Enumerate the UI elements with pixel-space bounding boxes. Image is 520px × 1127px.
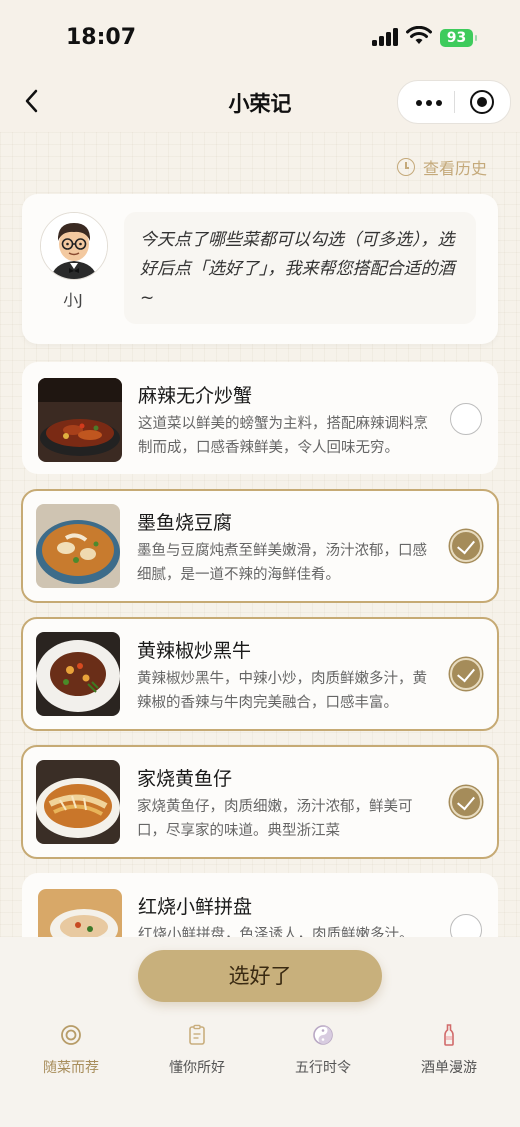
selected-check-icon[interactable]	[450, 786, 482, 818]
content-area[interactable]: 查看历史 小J 今天点了哪些菜都可以勾选（可多选），选好后点「选好了」，我来帮您…	[0, 132, 520, 937]
select-checkbox[interactable]	[450, 403, 482, 435]
nav-bar: 小荣记	[0, 76, 520, 132]
assistant-message: 今天点了哪些菜都可以勾选（可多选），选好后点「选好了」，我来帮您搭配合适的酒~	[140, 230, 455, 308]
target-circle-icon	[61, 1025, 81, 1045]
assistant-card: 小J 今天点了哪些菜都可以勾选（可多选），选好后点「选好了」，我来帮您搭配合适的…	[22, 194, 498, 344]
capsule-divider	[454, 91, 455, 113]
view-history-label: 查看历史	[422, 159, 487, 178]
tab-seasonal[interactable]: 五行时令	[258, 1023, 388, 1077]
battery-icon: 93	[440, 29, 477, 47]
signal-icon	[372, 28, 400, 46]
dish-description: 家烧黄鱼仔，肉质细嫩，汤汁浓郁，鲜美可口，尽享家的味道。典型浙江菜	[137, 799, 413, 839]
dish-description: 墨鱼与豆腐炖煮至鲜美嫩滑，汤汁浓郁，口感细腻，是一道不辣的海鲜佳肴。	[137, 543, 427, 583]
status-time: 18:07	[66, 25, 137, 50]
dish-thumbnail	[38, 378, 122, 462]
dish-thumbnail	[38, 889, 122, 937]
dish-description: 这道菜以鲜美的螃蟹为主料，搭配麻辣调料烹制而成，口感香辣鲜美，令人回味无穷。	[138, 416, 428, 456]
dish-thumbnail	[36, 760, 120, 844]
tab-label: 酒单漫游	[421, 1060, 477, 1076]
wifi-icon	[406, 26, 432, 44]
clipboard-icon	[189, 1024, 205, 1045]
dish-card[interactable]: 黄辣椒炒黑牛 黄辣椒炒黑牛，中辣小炒，肉质鲜嫩多汁，黄辣椒的香辣与牛肉完美融合，…	[21, 617, 499, 731]
assistant-message-bubble: 今天点了哪些菜都可以勾选（可多选），选好后点「选好了」，我来帮您搭配合适的酒~	[124, 212, 476, 324]
tab-label: 随菜而荐	[43, 1060, 99, 1076]
dish-card[interactable]: 红烧小鲜拼盘 红烧小鲜拼盘，色泽诱人，肉质鲜嫩多汁。	[22, 873, 498, 937]
dish-name: 黄辣椒炒黑牛	[137, 640, 252, 662]
dish-name: 红烧小鲜拼盘	[138, 896, 253, 918]
yin-yang-icon	[313, 1025, 333, 1045]
selected-check-icon[interactable]	[450, 530, 482, 562]
tab-label: 懂你所好	[169, 1060, 225, 1076]
dish-card[interactable]: 家烧黄鱼仔 家烧黄鱼仔，肉质细嫩，汤汁浓郁，鲜美可口，尽享家的味道。典型浙江菜	[21, 745, 499, 859]
dish-name: 麻辣无介炒蟹	[138, 385, 253, 407]
dish-description: 红烧小鲜拼盘，色泽诱人，肉质鲜嫩多汁。	[138, 927, 414, 937]
status-bar: 18:07 93	[0, 0, 520, 76]
avatar	[40, 212, 108, 280]
tab-recommend-by-dish[interactable]: 随菜而荐	[6, 1023, 136, 1077]
close-miniprogram-icon[interactable]	[470, 90, 494, 114]
select-checkbox[interactable]	[450, 914, 482, 937]
selected-check-icon[interactable]	[450, 658, 482, 690]
tab-preferences[interactable]: 懂你所好	[132, 1023, 262, 1077]
view-history-link[interactable]: 查看历史	[396, 155, 487, 179]
assistant-name: 小J	[63, 291, 83, 309]
dish-description: 黄辣椒炒黑牛，中辣小炒，肉质鲜嫩多汁，黄辣椒的香辣与牛肉完美融合，口感丰富。	[137, 671, 427, 711]
dish-name: 家烧黄鱼仔	[137, 768, 233, 790]
miniprogram-capsule	[397, 80, 511, 124]
tab-bar: 随菜而荐 懂你所好 五行时令 酒单漫游	[0, 1015, 520, 1127]
dish-thumbnail	[36, 504, 120, 588]
dish-card[interactable]: 麻辣无介炒蟹 这道菜以鲜美的螃蟹为主料，搭配麻辣调料烹制而成，口感香辣鲜美，令人…	[22, 362, 498, 474]
wine-bottle-icon	[444, 1024, 454, 1046]
clock-icon	[396, 158, 415, 176]
dish-name: 墨鱼烧豆腐	[137, 512, 233, 534]
tab-label: 五行时令	[295, 1060, 351, 1076]
dish-card[interactable]: 墨鱼烧豆腐 墨鱼与豆腐炖煮至鲜美嫩滑，汤汁浓郁，口感细腻，是一道不辣的海鲜佳肴。	[21, 489, 499, 603]
dish-thumbnail	[36, 632, 120, 716]
tab-wine-list[interactable]: 酒单漫游	[384, 1023, 514, 1077]
confirm-selection-button[interactable]: 选好了	[138, 950, 382, 1002]
more-icon[interactable]	[416, 100, 442, 106]
